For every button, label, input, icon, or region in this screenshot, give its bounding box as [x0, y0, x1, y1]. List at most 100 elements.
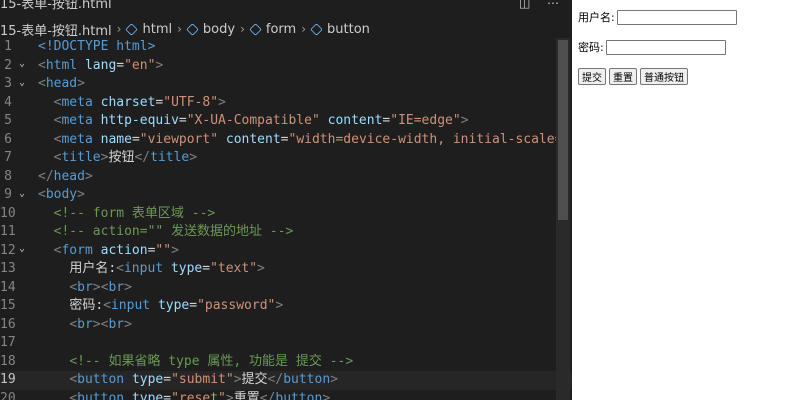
code-line[interactable]: 11 <!-- action="" 发送数据的地址 -->	[0, 223, 572, 242]
fold-chevron-icon[interactable]: ⌄	[19, 243, 25, 254]
code-line[interactable]: 13 用户名:<input type="text">	[0, 260, 572, 279]
code-line[interactable]: 7 <title>按钮</title>	[0, 149, 572, 168]
code-line[interactable]: 14 <br><br>	[0, 279, 572, 298]
code-line[interactable]: 1 <!DOCTYPE html>	[0, 38, 572, 57]
code-comment: <!-- action="" 发送数据的地址 -->	[53, 224, 294, 239]
line-number: 20	[0, 390, 16, 400]
code-token: name	[100, 131, 132, 147]
line-number: 9	[4, 187, 12, 202]
browser-preview: 用户名: 密码: 提交 重置 普通按钮	[572, 0, 787, 400]
fold-chevron-icon[interactable]: ⌄	[19, 58, 25, 69]
code-editor[interactable]: 15-表单-按钮.html ◫ ⋯ 15-表单-按钮.html › html ›…	[0, 0, 572, 400]
normal-button[interactable]: 普通按钮	[640, 68, 688, 85]
code-lines[interactable]: 1 <!DOCTYPE html> 2 <html lang="en"> 3 <hea…	[0, 38, 572, 400]
code-line[interactable]: 20 <button type="reset">重置</button>	[0, 390, 572, 400]
code-token: input	[110, 298, 151, 313]
reset-button[interactable]: 重置	[609, 68, 637, 85]
line-number: 7	[4, 150, 12, 165]
code-token: meta	[61, 131, 93, 147]
code-token: body	[45, 187, 78, 202]
username-row: 用户名:	[578, 9, 737, 25]
submit-button[interactable]: 提交	[578, 68, 606, 85]
code-line[interactable]: 2 <html lang="en">	[0, 57, 572, 76]
code-token: "password"	[197, 298, 276, 313]
chevron-right-icon: ›	[240, 22, 245, 36]
line-number: 1	[4, 39, 12, 54]
fold-chevron-icon[interactable]: ⌄	[19, 77, 25, 88]
code-token: head	[45, 76, 78, 91]
code-line[interactable]: 9 <body>	[0, 186, 572, 205]
line-number: 13	[0, 261, 16, 276]
breadcrumb-html[interactable]: html	[125, 22, 172, 37]
username-label: 用户名:	[578, 11, 615, 24]
editor-tab-title[interactable]: 15-表单-按钮.html	[0, 0, 112, 12]
button-row: 提交 重置 普通按钮	[578, 68, 691, 85]
code-token: <!DOCTYPE html>	[38, 39, 156, 54]
code-token: 提交	[241, 372, 268, 387]
code-comment: <!-- 如果省略 type 属性, 功能是 提交 -->	[69, 353, 354, 369]
code-token: br	[108, 316, 125, 332]
code-token: input	[123, 261, 164, 276]
code-token: "UTF-8"	[163, 94, 219, 110]
more-actions-icon[interactable]: ⋯	[547, 0, 559, 10]
line-number: 10	[0, 205, 16, 221]
code-line[interactable]: 8 </head>	[0, 168, 572, 187]
code-line[interactable]: 18 <!-- 如果省略 type 属性, 功能是 提交 -->	[0, 353, 572, 372]
line-number: 4	[4, 94, 12, 110]
line-number: 16	[0, 316, 16, 332]
code-line[interactable]: 16 <br><br>	[0, 316, 572, 335]
scrollbar-thumb[interactable]	[558, 40, 568, 220]
code-token: head	[53, 168, 85, 184]
line-number: 11	[0, 224, 16, 239]
line-number: 8	[4, 168, 12, 184]
editor-scrollbar[interactable]	[556, 38, 570, 400]
code-token: "IE=edge"	[390, 113, 461, 128]
password-row: 密码:	[578, 39, 726, 55]
code-token: "text"	[210, 261, 258, 276]
code-token: button	[77, 372, 125, 387]
code-line[interactable]: 15 密码:<input type="password">	[0, 297, 572, 316]
code-token: "X-UA-Compatible"	[186, 113, 320, 128]
breadcrumb-body[interactable]: body	[186, 22, 235, 37]
line-number: 17	[0, 335, 16, 350]
code-line[interactable]: 5 <meta http-equiv="X-UA-Compatible" con…	[0, 112, 572, 131]
tab-bar: 15-表单-按钮.html ◫ ⋯	[0, 0, 572, 17]
code-token: br	[108, 279, 125, 295]
line-number: 2	[4, 57, 12, 73]
code-token: 用户名:	[69, 261, 117, 276]
code-line[interactable]: 4 <meta charset="UTF-8">	[0, 94, 572, 113]
code-token: "width=device-width, initial-scale=1.0"	[288, 131, 573, 147]
chevron-right-icon: ›	[177, 22, 182, 36]
code-token: 重置	[233, 390, 260, 400]
line-number: 6	[4, 131, 12, 147]
breadcrumb-form[interactable]: form	[249, 22, 296, 37]
code-token: "submit"	[171, 372, 234, 387]
line-number: 15	[0, 298, 16, 313]
code-line-current[interactable]: 19 <button type="submit">提交</button>	[0, 371, 572, 390]
code-token: br	[77, 279, 93, 295]
code-line[interactable]: 6 <meta name="viewport" content="width=d…	[0, 131, 572, 150]
breadcrumb-file[interactable]: 15-表单-按钮.html	[0, 20, 112, 39]
code-token: charset	[100, 94, 156, 110]
code-token: ""	[155, 242, 172, 258]
code-token: 密码:	[69, 298, 104, 313]
password-input[interactable]	[605, 39, 726, 55]
element-icon	[186, 22, 199, 36]
username-input[interactable]	[616, 9, 737, 25]
code-token: title	[150, 150, 190, 165]
password-label: 密码:	[578, 41, 604, 54]
code-token: meta	[61, 94, 93, 110]
code-line[interactable]: 17	[0, 334, 572, 353]
fold-chevron-icon[interactable]: ⌄	[19, 188, 25, 199]
breadcrumb-button[interactable]: button	[310, 22, 370, 37]
code-token: button	[77, 390, 125, 400]
code-comment: <!-- form 表单区域 -->	[53, 205, 216, 221]
code-token: type	[157, 298, 190, 313]
code-line[interactable]: 10 <!-- form 表单区域 -->	[0, 205, 572, 224]
line-number: 19	[0, 372, 16, 387]
split-editor-icon[interactable]: ◫	[519, 0, 530, 10]
code-token: "en"	[124, 57, 156, 73]
code-line[interactable]: 3 <head>	[0, 75, 572, 94]
line-number: 5	[4, 113, 12, 128]
code-line[interactable]: 12 <form action="">	[0, 242, 572, 261]
